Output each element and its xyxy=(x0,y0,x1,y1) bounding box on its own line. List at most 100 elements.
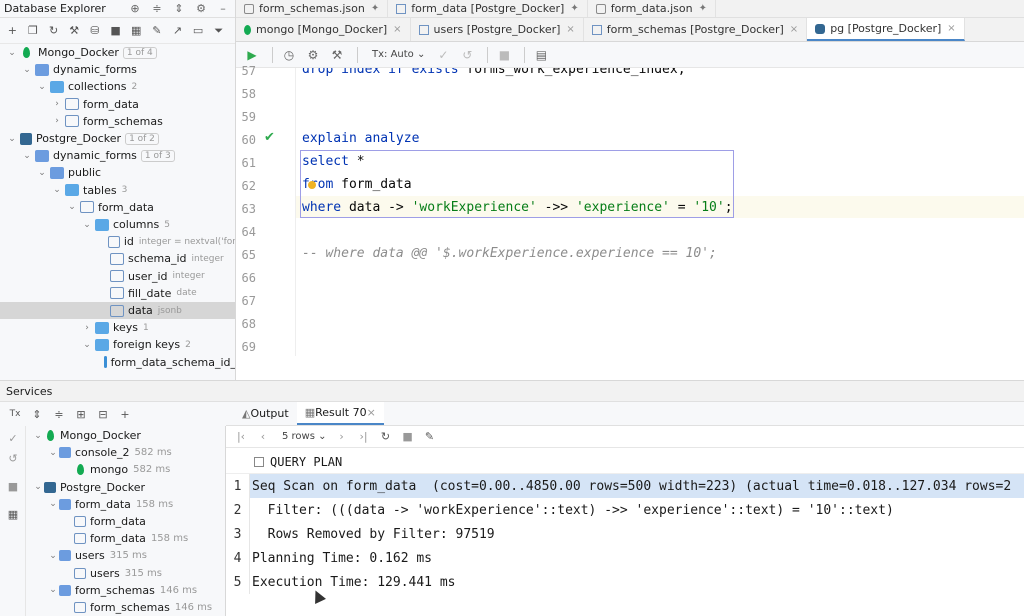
db-tree-node[interactable]: ⌄ collections 2 xyxy=(0,78,235,95)
sql-console-icon[interactable]: ▭ xyxy=(190,22,207,40)
code-line[interactable]: -- where data @@ '$.workExperience.exper… xyxy=(302,246,717,261)
commit-icon[interactable]: ✓ xyxy=(433,45,453,65)
service-node[interactable]: form_schemas 146 ms xyxy=(62,599,212,616)
close-icon[interactable]: × xyxy=(393,24,401,35)
minimize-icon[interactable]: – xyxy=(215,1,231,17)
tx-icon[interactable]: Tx xyxy=(6,405,24,423)
chevron-down-icon[interactable]: ⌄ xyxy=(47,551,59,561)
service-node[interactable]: users 315 ms xyxy=(62,565,162,582)
properties-icon[interactable]: ⚒ xyxy=(66,22,83,40)
close-icon[interactable]: × xyxy=(790,24,798,35)
chevron-down-icon[interactable]: ⌄ xyxy=(81,220,93,230)
rollback-icon[interactable]: ↺ xyxy=(6,452,20,466)
database-icon[interactable]: ⛁ xyxy=(87,22,104,40)
editor-tab[interactable]: form_data [Postgre_Docker] ✦ xyxy=(388,0,588,17)
close-icon[interactable]: × xyxy=(367,406,376,419)
result-row[interactable]: 5 Execution Time: 129.441 ms xyxy=(226,570,1024,594)
service-node[interactable]: form_data xyxy=(62,513,146,530)
chevron-down-icon[interactable]: ⌄ xyxy=(36,168,48,178)
db-tree-node[interactable]: › form_data xyxy=(0,96,235,113)
refresh-icon[interactable]: ↻ xyxy=(45,22,62,40)
service-node[interactable]: ⌄ form_schemas 146 ms xyxy=(47,582,197,599)
tx-mode-dropdown[interactable]: Tx: Auto ⌄ xyxy=(372,49,425,60)
editor-tab[interactable]: mongo [Mongo_Docker] × xyxy=(236,18,411,41)
collapse-all-icon[interactable]: ≑ xyxy=(50,405,68,423)
pin-icon[interactable]: ✦ xyxy=(699,3,707,14)
service-node[interactable]: ⌄ Mongo_Docker xyxy=(32,427,141,444)
db-tree-node[interactable]: fill_date date xyxy=(0,285,235,302)
layout-icon[interactable]: ▦ xyxy=(6,508,20,522)
service-node[interactable]: mongo 582 ms xyxy=(62,461,170,478)
chevron-down-icon[interactable]: ⌄ xyxy=(36,82,48,92)
copy-icon[interactable]: ❐ xyxy=(25,22,42,40)
jump-icon[interactable]: ↗ xyxy=(169,22,186,40)
db-tree-node[interactable]: ⌄ columns 5 xyxy=(0,216,235,233)
db-tree-node[interactable]: › keys 1 xyxy=(0,319,235,336)
expand-all-icon[interactable]: ⇕ xyxy=(171,1,187,17)
next-page-icon[interactable]: › xyxy=(333,428,351,446)
editor-tab[interactable]: users [Postgre_Docker] × xyxy=(411,18,584,41)
chevron-down-icon[interactable]: ⌄ xyxy=(6,134,18,144)
chevron-down-icon[interactable]: ⌄ xyxy=(81,340,93,350)
db-tree-node[interactable]: › form_schemas xyxy=(0,113,235,130)
code-line[interactable]: drop index if exists forms_work_experien… xyxy=(302,68,686,77)
db-tree-node[interactable]: ⌄ foreign keys 2 xyxy=(0,336,235,353)
editor-tab[interactable]: form_schemas [Postgre_Docker] × xyxy=(584,18,808,41)
reload-icon[interactable]: ↻ xyxy=(377,428,395,446)
query-plan-cell[interactable]: Rows Removed by Filter: 97519 xyxy=(250,527,495,542)
chevron-down-icon[interactable]: ⌄ xyxy=(66,202,78,212)
results-view-icon[interactable]: ▤ xyxy=(531,45,551,65)
chevron-right-icon[interactable]: › xyxy=(51,116,63,126)
service-node[interactable]: ⌄ users 315 ms xyxy=(47,547,147,564)
chevron-down-icon[interactable]: ⌄ xyxy=(21,151,33,161)
pin-tab-icon[interactable]: ✎ xyxy=(421,428,439,446)
add-service-icon[interactable]: + xyxy=(116,405,134,423)
expand-all-icon[interactable]: ⇕ xyxy=(28,405,46,423)
chevron-down-icon[interactable]: ⌄ xyxy=(47,499,59,509)
settings-icon[interactable]: ⚙ xyxy=(303,45,323,65)
code-line[interactable]: explain analyze xyxy=(302,131,419,146)
result-row[interactable]: 1 Seq Scan on form_data (cost=0.00..4850.… xyxy=(226,474,1024,498)
pin-icon[interactable]: ✦ xyxy=(570,3,578,14)
chevron-down-icon[interactable]: ⌄ xyxy=(47,448,59,458)
query-plan-cell[interactable]: Planning Time: 0.162 ms xyxy=(250,551,432,566)
chevron-down-icon[interactable]: ⌄ xyxy=(21,65,33,75)
result-row[interactable]: 3 Rows Removed by Filter: 97519 xyxy=(226,522,1024,546)
stop-icon[interactable]: ■ xyxy=(399,428,417,446)
db-tree-node[interactable]: schema_id integer xyxy=(0,250,235,267)
db-tree-node[interactable]: ⌄ public xyxy=(0,164,235,181)
chevron-right-icon[interactable]: › xyxy=(81,323,93,333)
db-tree-node[interactable]: ⌄ Postgre_Docker 1 of 2 xyxy=(0,130,235,147)
result-row[interactable]: 4 Planning Time: 0.162 ms xyxy=(226,546,1024,570)
db-tree-node[interactable]: ⌄ form_data xyxy=(0,199,235,216)
service-node[interactable]: form_data 158 ms xyxy=(62,530,188,547)
run-icon[interactable]: ▶ xyxy=(242,45,262,65)
previous-page-icon[interactable]: ‹ xyxy=(254,428,272,446)
editor-tab[interactable]: pg [Postgre_Docker] × xyxy=(807,18,965,41)
chevron-right-icon[interactable]: › xyxy=(51,99,63,109)
wrench-icon[interactable]: ⚒ xyxy=(327,45,347,65)
db-tree-node[interactable]: ⌄ dynamic_forms 1 of 3 xyxy=(0,147,235,164)
rollback-icon[interactable]: ↺ xyxy=(457,45,477,65)
db-tree-node[interactable]: data jsonb xyxy=(0,302,235,319)
service-node[interactable]: ⌄ form_data 158 ms xyxy=(47,496,173,513)
service-node[interactable]: ⌄ Postgre_Docker xyxy=(32,479,145,496)
stop-icon[interactable]: ■ xyxy=(494,45,514,65)
rows-count-dropdown[interactable]: 5 rows ⌄ xyxy=(282,431,327,442)
collapse-all-icon[interactable]: ≑ xyxy=(149,1,165,17)
query-plan-cell[interactable]: Filter: (((data -> 'workExperience'::tex… xyxy=(250,503,894,518)
db-tree-node[interactable]: form_data_schema_id_ xyxy=(0,354,235,371)
edit-icon[interactable]: ✎ xyxy=(148,22,165,40)
table-view-icon[interactable]: ▦ xyxy=(128,22,145,40)
layout-icon[interactable]: ⊟ xyxy=(94,405,112,423)
close-icon[interactable]: × xyxy=(947,23,955,34)
chevron-down-icon[interactable]: ⌄ xyxy=(32,482,44,492)
editor-tab[interactable]: form_schemas.json ✦ xyxy=(236,0,389,17)
gear-icon[interactable]: ⚙ xyxy=(193,1,209,17)
first-page-icon[interactable]: |‹ xyxy=(232,428,250,446)
db-tree-node[interactable]: ⌄ Mongo_Docker 1 of 4 xyxy=(0,44,235,61)
editor-tab[interactable]: form_data.json ✦ xyxy=(588,0,717,17)
intention-bulb-icon[interactable] xyxy=(308,181,316,189)
commit-icon[interactable]: ✓ xyxy=(6,432,20,446)
history-icon[interactable]: ◷ xyxy=(279,45,299,65)
